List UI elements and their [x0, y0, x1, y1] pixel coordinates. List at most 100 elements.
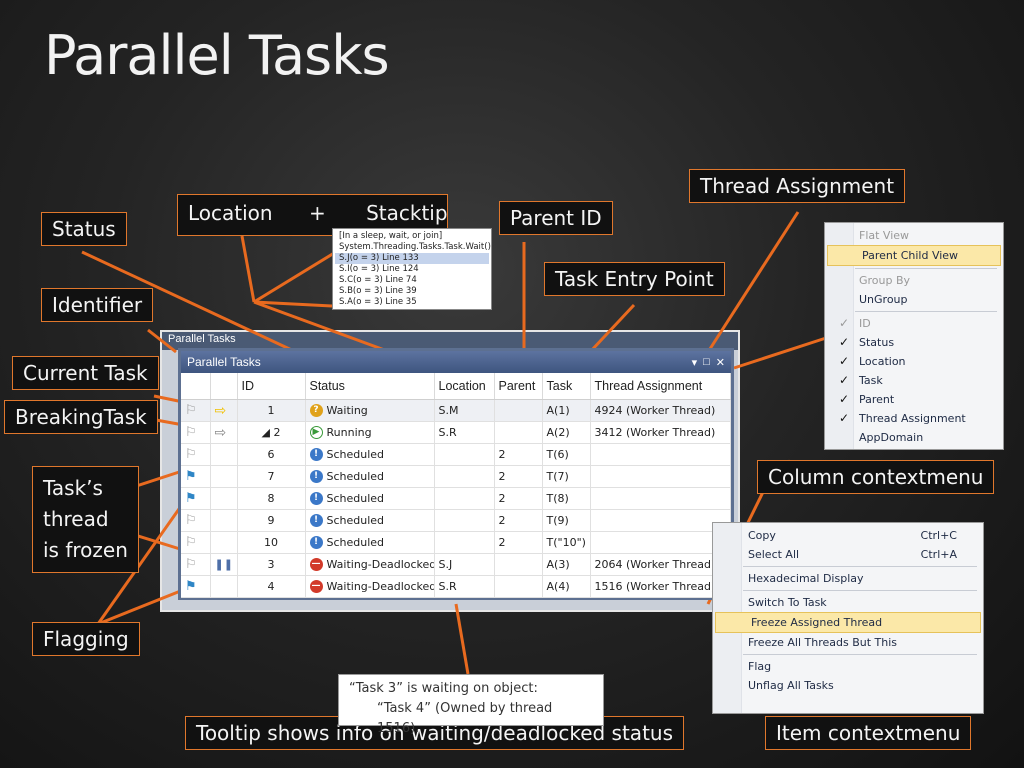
col-header-task[interactable]: Task	[542, 373, 591, 400]
flag-set-icon[interactable]: ⚑	[185, 469, 197, 484]
flag-set-icon[interactable]: ⚑	[185, 579, 197, 594]
flag-cell[interactable]: ⚐	[181, 399, 211, 422]
marker-cell	[210, 531, 238, 554]
menu-item-parent-child-view[interactable]: Parent Child View	[827, 245, 1001, 266]
table-row[interactable]: ⚐ 10! Scheduled 2 T("10")	[181, 531, 731, 554]
flag-cell[interactable]: ⚑	[181, 465, 211, 488]
table-row[interactable]: ⚐ 9! Scheduled 2 T(9)	[181, 509, 731, 532]
menu-item-label: Freeze Assigned Thread	[751, 616, 883, 629]
scheduled-status-icon: !	[309, 492, 323, 506]
marker-cell	[210, 575, 238, 598]
status-text: Waiting	[326, 403, 368, 417]
flag-empty-icon[interactable]: ⚐	[185, 535, 197, 550]
id-cell: 4	[237, 575, 306, 598]
parent-cell: 2	[494, 487, 543, 510]
stacktip-line: S.A(o = 3) Line 35	[339, 297, 417, 307]
status-text: Waiting-Deadlocked	[326, 579, 434, 593]
location-cell[interactable]: S.R	[434, 575, 495, 598]
stacktip-line: S.C(o = 3) Line 74	[339, 275, 417, 285]
menu-separator	[855, 311, 997, 312]
stacktip-popup: [In a sleep, wait, or join] System.Threa…	[332, 228, 492, 310]
menu-item-flag[interactable]: Flag	[713, 657, 983, 676]
task-cell: A(1)	[542, 399, 591, 422]
table-row[interactable]: ⚐ ❚❚ 3— Waiting-Deadlocked S.J A(3) 2064 (Work…	[181, 553, 731, 576]
menu-item-freeze-all-threads-but-this[interactable]: Freeze All Threads But This	[713, 633, 983, 652]
flag-empty-icon[interactable]: ⚐	[185, 513, 197, 528]
col-header-location[interactable]: Location	[434, 373, 495, 400]
menu-item-label: Select All	[748, 548, 800, 561]
location-cell[interactable]	[434, 465, 495, 488]
status-cell: ! Scheduled	[305, 487, 435, 510]
menu-item-switch-to-task[interactable]: Switch To Task	[713, 593, 983, 612]
flag-set-icon[interactable]: ⚑	[185, 491, 197, 506]
menu-item-appdomain[interactable]: AppDomain	[825, 428, 1003, 447]
thread-assignment-cell: 3412 (Worker Thread)	[590, 421, 731, 444]
menu-separator	[743, 566, 977, 567]
marker-cell	[210, 465, 238, 488]
flag-cell[interactable]: ⚑	[181, 575, 211, 598]
menu-item-copy[interactable]: Copy Ctrl+C	[713, 526, 983, 545]
window-close-icon[interactable]: ✕	[716, 356, 725, 369]
menu-item-label: ID	[859, 317, 871, 330]
table-row[interactable]: ⚑ 7! Scheduled 2 T(7)	[181, 465, 731, 488]
parent-cell: 2	[494, 443, 543, 466]
parent-cell	[494, 575, 543, 598]
menu-item-location[interactable]: ✓ Location	[825, 352, 1003, 371]
flag-cell[interactable]: ⚐	[181, 531, 211, 554]
flag-empty-icon[interactable]: ⚐	[185, 557, 197, 572]
menu-item-unflag-all-tasks[interactable]: Unflag All Tasks	[713, 676, 983, 695]
menu-item-ungroup[interactable]: UnGroup	[825, 290, 1003, 309]
menu-item-freeze-assigned-thread[interactable]: Freeze Assigned Thread	[715, 612, 981, 633]
flag-empty-icon[interactable]: ⚐	[185, 425, 197, 440]
menu-item-status[interactable]: ✓ Status	[825, 333, 1003, 352]
flag-cell[interactable]: ⚐	[181, 509, 211, 532]
window-dropdown-icon[interactable]: ▾	[692, 356, 698, 369]
stacktip-line: [In a sleep, wait, or join]	[339, 231, 443, 241]
flag-cell[interactable]: ⚐	[181, 443, 211, 466]
col-header-flag[interactable]	[181, 373, 211, 400]
location-cell[interactable]: S.M	[434, 399, 495, 422]
menu-item-parent[interactable]: ✓ Parent	[825, 390, 1003, 409]
location-cell[interactable]: S.R	[434, 421, 495, 444]
thread-assignment-cell	[590, 487, 731, 510]
task-cell: T(7)	[542, 465, 591, 488]
current-task-arrow-icon: ⇨	[214, 402, 227, 419]
status-cell: ! Scheduled	[305, 509, 435, 532]
callout-item-contextmenu: Item contextmenu	[765, 716, 972, 750]
window-maximize-icon[interactable]: □	[703, 356, 710, 368]
col-header-id[interactable]: ID	[237, 373, 306, 400]
col-header-parent[interactable]: Parent	[494, 373, 543, 400]
table-header-row: ID Status Location Parent Task Thread As…	[181, 373, 731, 400]
location-cell[interactable]: S.J	[434, 553, 495, 576]
menu-separator	[743, 590, 977, 591]
table-row[interactable]: ⚐ ⇨ 1? Waiting S.M A(1) 4924 (Worker Thread)	[181, 399, 731, 422]
flag-cell[interactable]: ⚑	[181, 487, 211, 510]
flag-empty-icon[interactable]: ⚐	[185, 403, 197, 418]
menu-item-task[interactable]: ✓ Task	[825, 371, 1003, 390]
flag-empty-icon[interactable]: ⚐	[185, 447, 197, 462]
flag-cell[interactable]: ⚐	[181, 553, 211, 576]
window-titlebar[interactable]: Parallel Tasks ▾ □ ✕	[181, 351, 731, 373]
table-row[interactable]: ⚐ 6! Scheduled 2 T(6)	[181, 443, 731, 466]
location-cell[interactable]	[434, 443, 495, 466]
location-cell[interactable]	[434, 509, 495, 532]
callout-current-task: Current Task	[12, 356, 159, 390]
menu-item-hexadecimal-display[interactable]: Hexadecimal Display	[713, 569, 983, 588]
stacktip-line: S.I(o = 3) Line 124	[339, 264, 419, 274]
table-row[interactable]: ⚐ ⇨ ◢ 2 ▶ Running S.R A(2) 3412 (Worker Thread)	[181, 421, 731, 444]
flag-cell[interactable]: ⚐	[181, 421, 211, 444]
parent-cell	[494, 553, 543, 576]
table-row[interactable]: ⚑ 4— Waiting-Deadlocked S.R A(4) 1516 (Worker…	[181, 575, 731, 598]
task-cell: A(3)	[542, 553, 591, 576]
col-header-status[interactable]: Status	[305, 373, 435, 400]
location-cell[interactable]	[434, 531, 495, 554]
task-cell: A(4)	[542, 575, 591, 598]
col-header-thread-assignment[interactable]: Thread Assignment	[590, 373, 731, 400]
table-row[interactable]: ⚑ 8! Scheduled 2 T(8)	[181, 487, 731, 510]
location-cell[interactable]	[434, 487, 495, 510]
status-text: Scheduled	[326, 513, 385, 527]
col-header-marker[interactable]	[210, 373, 238, 400]
parent-cell	[494, 399, 543, 422]
menu-item-thread-assignment[interactable]: ✓ Thread Assignment	[825, 409, 1003, 428]
menu-item-select-all[interactable]: Select All Ctrl+A	[713, 545, 983, 564]
